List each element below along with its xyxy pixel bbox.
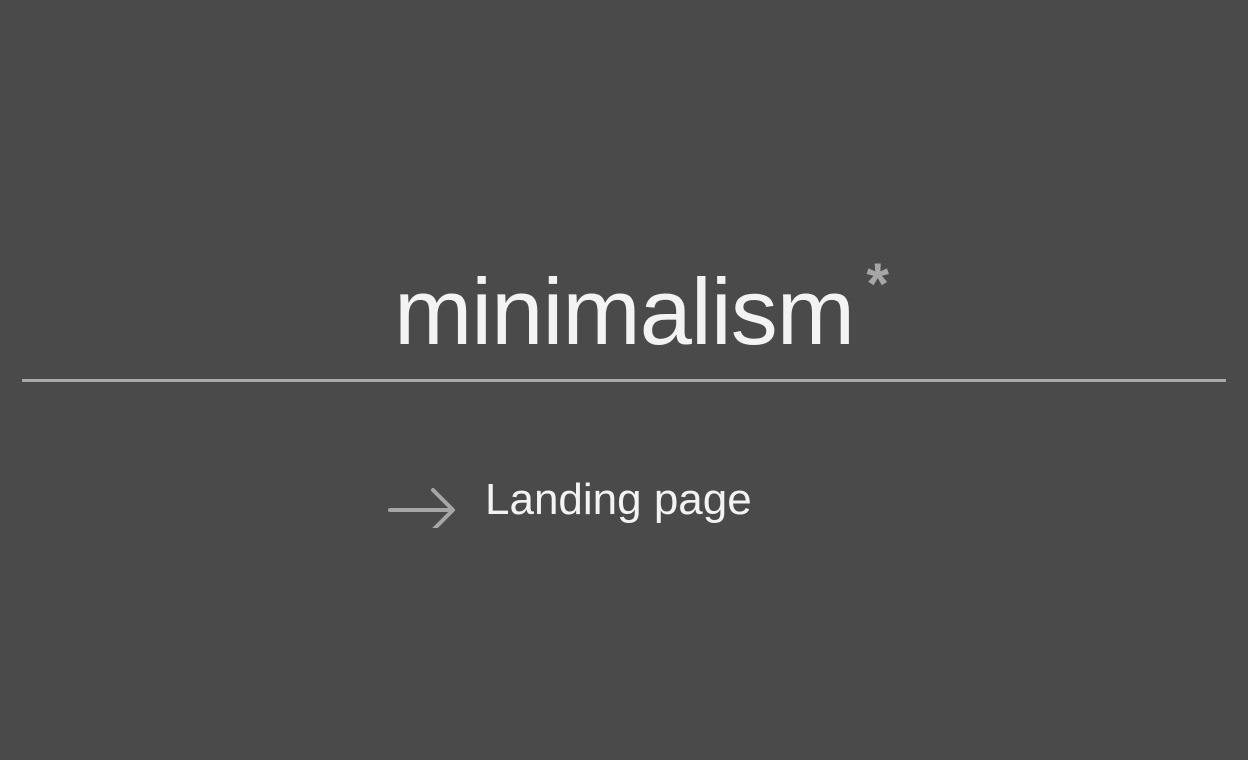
landing-page-link[interactable]: Landing page: [388, 474, 752, 534]
header: minimalism *: [0, 256, 1248, 364]
divider: [22, 379, 1226, 382]
asterisk-icon: *: [866, 252, 889, 317]
page-title: minimalism *: [394, 256, 889, 364]
landing-page-link-label: Landing page: [485, 475, 752, 524]
arrow-right-icon: [388, 488, 455, 528]
page-title-text: minimalism: [394, 259, 855, 364]
